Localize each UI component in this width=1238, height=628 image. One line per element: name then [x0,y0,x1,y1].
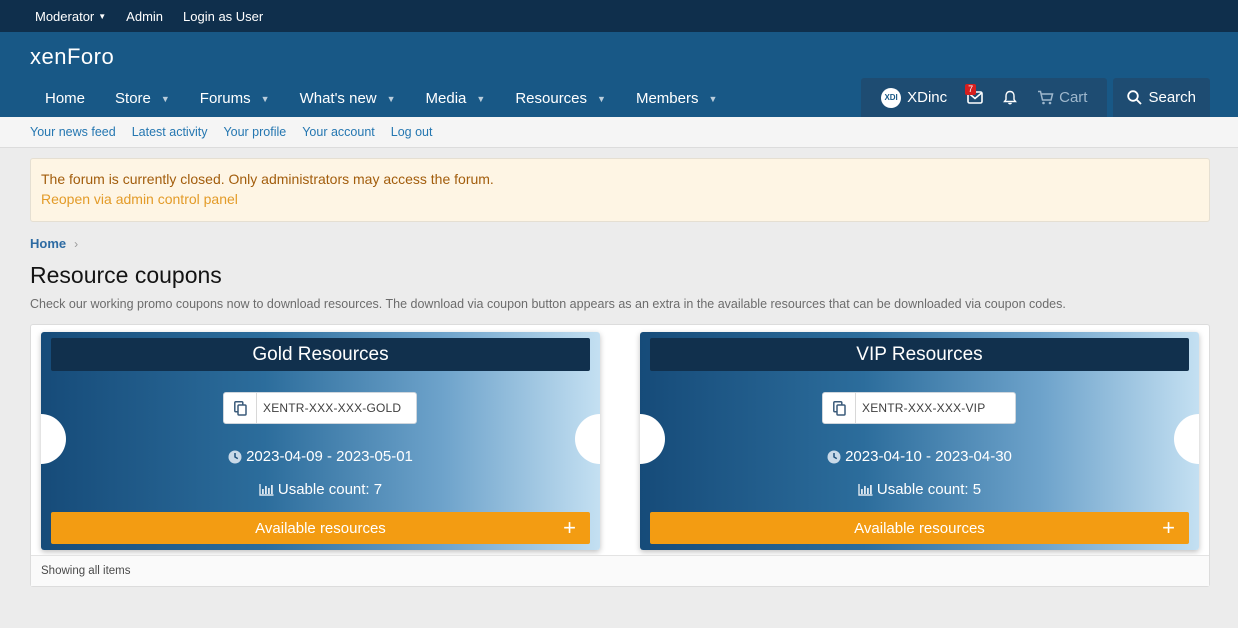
caret-down-icon[interactable]: ▼ [476,94,485,104]
plus-icon: + [563,515,576,540]
coupon-usable: Usable count: 7 [41,481,600,498]
block-footer: Showing all items [31,555,1209,586]
coupon-dates-text: 2023-04-10 - 2023-04-30 [845,448,1012,465]
alerts-button[interactable] [993,78,1027,117]
caret-down-icon[interactable]: ▼ [597,94,606,104]
nav-tab-label: Members [635,90,699,107]
inbox-badge: 7 [965,84,977,95]
breadcrumb: Home › [30,236,1208,251]
subnav-log-out[interactable]: Log out [391,125,433,139]
copy-button[interactable] [823,393,856,423]
coupon-code[interactable]: XENTR-XXX-XXX-GOLD [257,393,416,423]
nav-tab-label: Store [115,90,151,107]
coupon-dates: 2023-04-10 - 2023-04-30 [640,448,1199,465]
chart-icon [259,483,274,496]
admin-link[interactable]: Admin [126,9,163,24]
coupon-code-box: XENTR-XXX-XXX-GOLD [223,392,417,424]
nav-tab-label: Forums [199,90,251,107]
cart-button[interactable]: Cart [1027,78,1097,117]
subnav-latest-activity[interactable]: Latest activity [132,125,208,139]
site-header: xenForo [0,32,1238,80]
available-resources-button[interactable]: Available resources + [51,512,590,544]
chevron-right-icon: › [74,236,79,251]
chart-icon [858,483,873,496]
caret-down-icon: ▼ [98,11,107,21]
nav-tab-label: Home [45,90,86,107]
account-link[interactable]: XDI XDinc [871,78,957,117]
available-resources-label: Available resources [854,519,985,537]
coupon-usable: Usable count: 5 [640,481,1199,498]
coupon-dates-text: 2023-04-09 - 2023-05-01 [246,448,413,465]
search-icon [1127,90,1143,105]
available-resources-button[interactable]: Available resources + [650,512,1189,544]
nav-tab-forums[interactable]: Forums ▼ [185,80,285,117]
moderator-label: Moderator [35,8,95,24]
page-title: Resource coupons [30,262,222,288]
bell-icon [1003,90,1018,105]
site-logo[interactable]: xenForo [30,44,114,70]
copy-button[interactable] [224,393,257,423]
moderator-menu[interactable]: Moderator ▼ [35,9,106,24]
search-button[interactable]: Search [1113,78,1210,117]
subnav-news-feed[interactable]: Your news feed [30,125,116,139]
main-nav: Home Store ▼ Forums ▼ What's new ▼ Media ▼ R… [0,78,1238,117]
copy-icon [233,400,247,416]
available-resources-label: Available resources [255,519,386,537]
coupon-dates: 2023-04-09 - 2023-05-01 [41,448,600,465]
page-description: Check our working promo coupons now to d… [30,297,1066,311]
caret-down-icon[interactable]: ▼ [261,94,270,104]
coupon-title: VIP Resources [650,338,1189,371]
subnav-your-account[interactable]: Your account [302,125,375,139]
coupons-block: Gold Resources XENTR-XXX-XXX-GOLD 2023-0… [30,324,1210,587]
login-as-user-link[interactable]: Login as User [183,9,263,24]
coupon-code[interactable]: XENTR-XXX-XXX-VIP [856,393,1015,423]
caret-down-icon[interactable]: ▼ [708,94,717,104]
nav-tab-label: Media [425,90,467,107]
nav-tab-label: Resources [515,90,588,107]
inbox-button[interactable]: 7 [957,78,993,117]
nav-tab-home[interactable]: Home [30,80,100,117]
staff-bar: Moderator ▼ Admin Login as User [0,0,1238,32]
notice-message: The forum is currently closed. Only admi… [41,171,494,187]
coupon-code-box: XENTR-XXX-XXX-VIP [822,392,1016,424]
coupon-usable-text: Usable count: 5 [876,481,982,498]
nav-tab-whats-new[interactable]: What's new ▼ [285,80,411,117]
clock-icon [228,450,242,463]
coupon-title: Gold Resources [51,338,590,371]
caret-down-icon[interactable]: ▼ [387,94,396,104]
copy-icon [832,400,846,416]
sub-nav: Your news feed Latest activity Your prof… [0,117,1238,148]
breadcrumb-home[interactable]: Home [30,236,66,251]
plus-icon: + [1162,515,1175,540]
clock-icon [827,450,841,463]
reopen-link[interactable]: Reopen via admin control panel [41,191,1199,207]
nav-tab-media[interactable]: Media ▼ [411,80,501,117]
user-nav-group: XDI XDinc 7 Cart [861,78,1108,117]
caret-down-icon[interactable]: ▼ [161,94,170,104]
nav-tab-resources[interactable]: Resources ▼ [500,80,621,117]
username: XDinc [907,89,948,106]
nav-tab-label: What's new [299,90,377,107]
avatar: XDI [881,87,902,108]
coupon-card-gold: Gold Resources XENTR-XXX-XXX-GOLD 2023-0… [41,332,600,550]
nav-tab-members[interactable]: Members ▼ [621,80,732,117]
cart-label: Cart [1059,89,1088,106]
coupon-card-vip: VIP Resources XENTR-XXX-XXX-VIP 2023-04-… [640,332,1199,550]
forum-closed-notice: The forum is currently closed. Only admi… [30,158,1210,222]
coupon-usable-text: Usable count: 7 [277,481,383,498]
subnav-your-profile[interactable]: Your profile [223,125,286,139]
nav-tab-store[interactable]: Store ▼ [100,80,185,117]
search-label: Search [1148,89,1196,106]
cart-icon [1038,90,1054,105]
